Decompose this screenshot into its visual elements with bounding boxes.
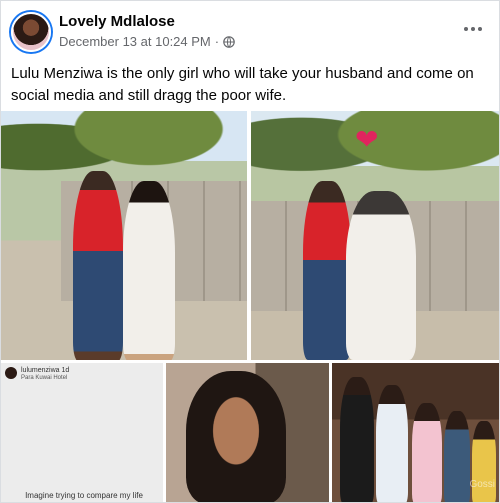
woman-white-dress-image <box>346 191 416 360</box>
meta-separator: · <box>214 34 220 49</box>
author-avatar[interactable] <box>11 12 51 52</box>
woman-white-dress-image <box>123 181 175 360</box>
more-options-icon[interactable] <box>459 19 487 39</box>
post-photo-5[interactable]: Gossi <box>332 363 499 502</box>
facebook-post: Lovely Mdlalose December 13 at 10:24 PM … <box>0 0 500 503</box>
story-caption: Imagine trying to compare my life <box>25 491 143 500</box>
man-red-shirt-image <box>303 181 351 360</box>
post-meta: December 13 at 10:24 PM · <box>59 34 235 49</box>
post-photo-4[interactable] <box>166 363 329 502</box>
man-red-shirt-image <box>73 171 123 360</box>
post-header: Lovely Mdlalose December 13 at 10:24 PM … <box>1 1 499 59</box>
girl-white-dress-image <box>376 385 408 502</box>
post-timestamp[interactable]: December 13 at 10:24 PM <box>59 34 211 49</box>
watermark-text: Gossi <box>469 479 495 490</box>
globe-icon[interactable] <box>223 35 235 48</box>
heart-icon: ❤ <box>355 124 379 155</box>
story-subtitle: Para Kuwai Hotel <box>21 375 68 381</box>
post-caption: Lulu Menziwa is the only girl who will t… <box>11 65 474 104</box>
toddler-yellow-image <box>472 421 496 502</box>
girl-pink-dress-image <box>412 403 442 502</box>
story-username: lulumenziwa 1d <box>21 367 70 374</box>
boy-blue-shirt-image <box>444 411 470 502</box>
woman-selfie-image <box>186 371 286 502</box>
woman-black-outfit-image <box>340 377 374 502</box>
story-avatar <box>5 367 17 379</box>
post-photo-2[interactable]: ❤ <box>251 111 499 360</box>
author-name[interactable]: Lovely Mdlalose <box>59 13 175 30</box>
post-photo-3-story[interactable]: lulumenziwa 1d Para Kuwai Hotel Imagine … <box>1 363 163 502</box>
post-photo-1[interactable] <box>1 111 247 360</box>
